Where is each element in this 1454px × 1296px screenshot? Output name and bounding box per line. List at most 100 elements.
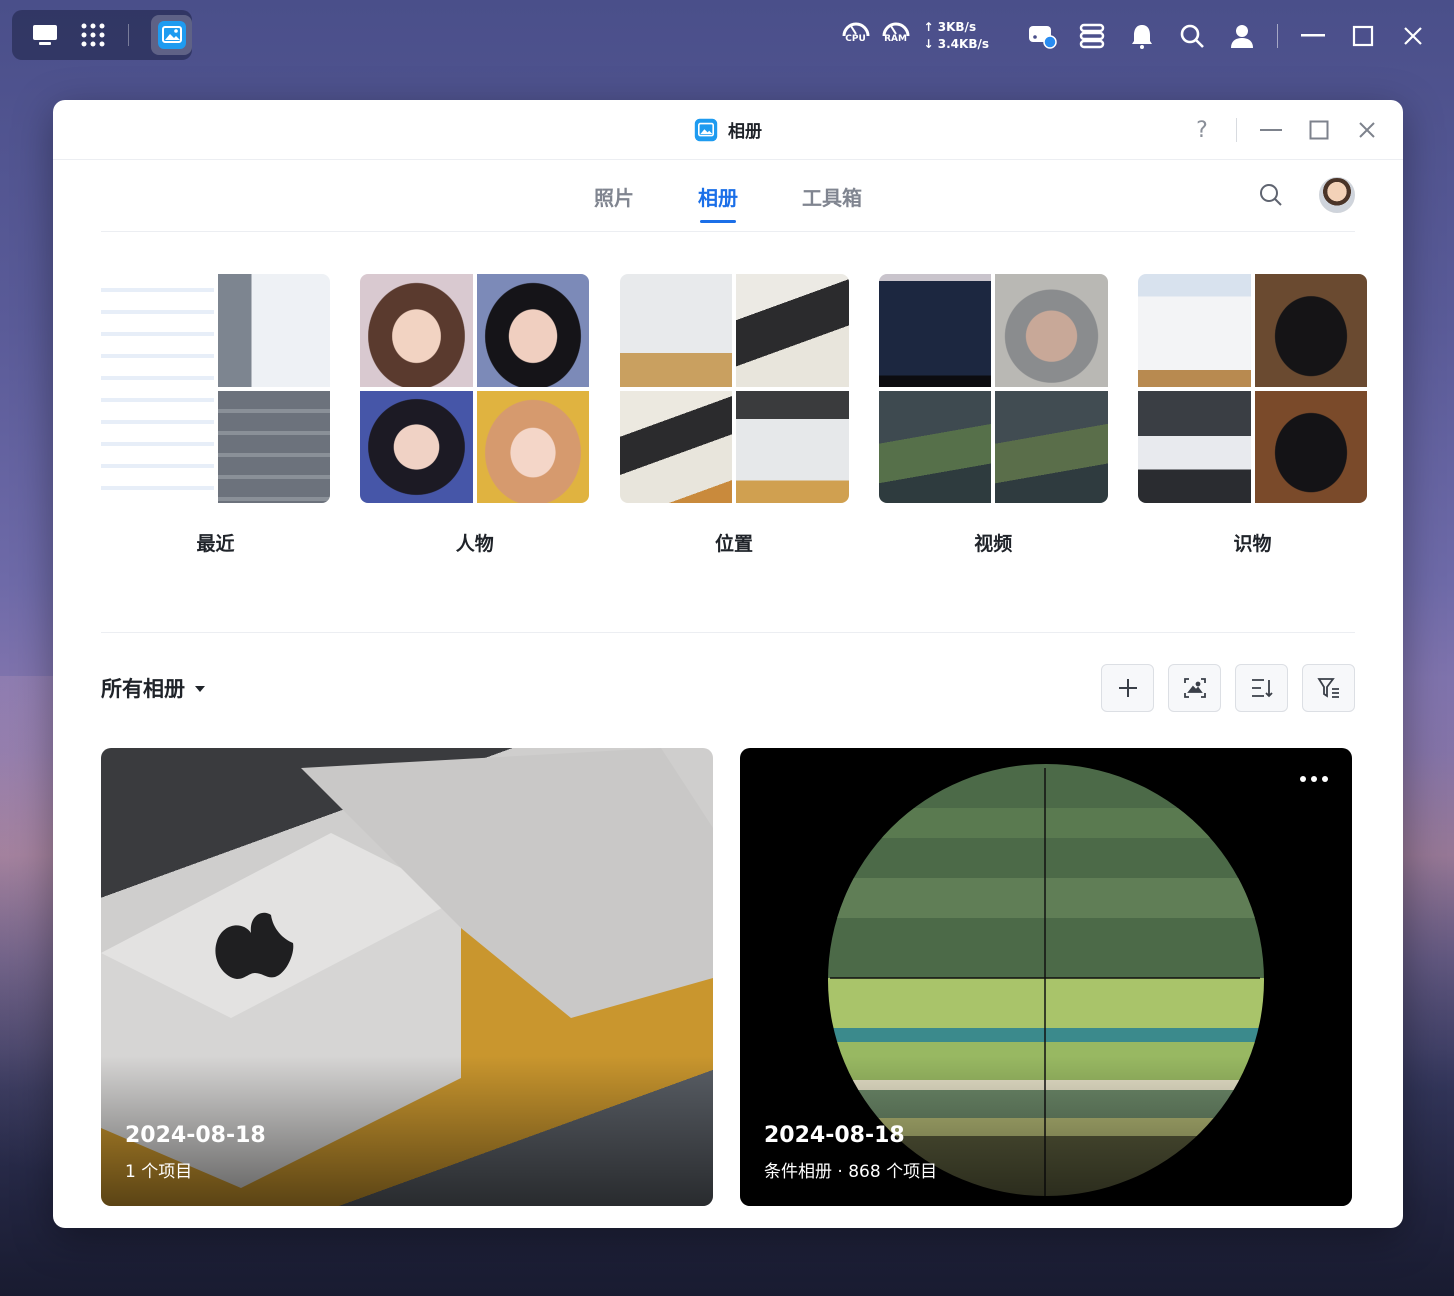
- category-people[interactable]: 人物: [360, 274, 590, 564]
- albums-toolbar: [1101, 664, 1355, 712]
- thumb-person-3: [360, 390, 473, 503]
- notification-bell-icon[interactable]: [1117, 16, 1167, 56]
- system-tray: CPU RAM ↑ 3KB/s ↓ 3.4KB/s: [838, 14, 1454, 58]
- thumb-location-4: [736, 390, 849, 503]
- album-item-count: 条件相册 · 868 个项目: [764, 1162, 938, 1182]
- tab-tools: [1259, 177, 1355, 213]
- category-objects-label: 识物: [1233, 533, 1272, 555]
- avatar[interactable]: [1319, 177, 1355, 213]
- photos-window: 相册 ? 照片 相册 工具箱 最近 人物 位置 视频 识物 所有相册 2024-…: [53, 100, 1403, 1228]
- album-card[interactable]: 2024-08-18 1 个项目: [101, 748, 713, 1206]
- thumb-person-4: [476, 390, 590, 503]
- add-album-button[interactable]: [1101, 664, 1154, 712]
- thumb-location-3: [619, 390, 732, 503]
- category-video[interactable]: 视频: [878, 274, 1108, 564]
- thumb-location-2: [736, 274, 849, 387]
- nav-tabs-bar: 照片 相册 工具箱: [101, 160, 1355, 232]
- ram-label: RAM: [884, 34, 907, 44]
- thumb-object-2: [1254, 274, 1367, 387]
- user-account-icon[interactable]: [1217, 16, 1267, 56]
- desktop-minimize-icon[interactable]: [1288, 16, 1338, 56]
- category-recent-thumbnail[interactable]: [101, 274, 330, 503]
- more-dot-icon: [1300, 776, 1306, 782]
- minimize-button[interactable]: [1257, 116, 1285, 144]
- category-people-thumbnail[interactable]: [360, 274, 590, 503]
- category-people-label: 人物: [455, 533, 494, 555]
- photos-title-icon: [694, 118, 718, 141]
- taskbar-photos-app[interactable]: [151, 15, 193, 55]
- caret-down-icon: [195, 686, 205, 692]
- thumb-person-2: [476, 274, 590, 387]
- close-icon: [1359, 122, 1375, 138]
- album-item-count: 1 个项目: [125, 1162, 193, 1182]
- window-title: 相册: [728, 122, 762, 142]
- face-scan-button[interactable]: [1168, 664, 1221, 712]
- task-list-icon[interactable]: [1067, 16, 1117, 56]
- category-objects[interactable]: 识物: [1138, 274, 1367, 564]
- thumb-video-4: [995, 390, 1108, 503]
- album-grid: 2024-08-18 1 个项目 2024-08-18 条件相册 · 868 个…: [101, 748, 1353, 1206]
- thumb-video-2: [995, 274, 1108, 387]
- window-titlebar[interactable]: 相册 ?: [53, 100, 1403, 160]
- cpu-label: CPU: [845, 34, 866, 44]
- filter-button[interactable]: [1302, 664, 1355, 712]
- category-recent[interactable]: 最近: [101, 274, 330, 564]
- thumb-object-3: [1138, 390, 1251, 503]
- tab-photos[interactable]: 照片: [592, 182, 636, 211]
- maximize-icon: [1309, 120, 1329, 140]
- album-more-menu[interactable]: [1300, 776, 1328, 782]
- global-search-icon[interactable]: [1167, 16, 1217, 56]
- close-button[interactable]: [1353, 116, 1381, 144]
- albums-title: 所有相册: [101, 677, 185, 701]
- thumb-object-1: [1138, 274, 1251, 387]
- app-grid-icon[interactable]: [80, 21, 106, 49]
- controls-separator: [1236, 118, 1237, 142]
- desktop-icon[interactable]: [32, 21, 58, 49]
- album-date: 2024-08-18: [764, 1123, 905, 1148]
- nav-tabs: 照片 相册 工具箱: [101, 160, 1355, 232]
- network-speed[interactable]: ↑ 3KB/s ↓ 3.4KB/s: [924, 19, 989, 53]
- category-recent-label: 最近: [196, 533, 235, 555]
- scan-image-icon: [1183, 678, 1206, 698]
- sort-icon: [1251, 679, 1273, 698]
- thumb-file-list: [101, 274, 214, 503]
- storage-sync-icon[interactable]: [1017, 16, 1067, 56]
- albums-filter-dropdown[interactable]: 所有相册: [101, 673, 205, 703]
- category-location-thumbnail[interactable]: [619, 274, 849, 503]
- more-dot-icon: [1311, 776, 1317, 782]
- thumb-object-4: [1254, 390, 1367, 503]
- category-location[interactable]: 位置: [619, 274, 849, 564]
- tab-toolbox[interactable]: 工具箱: [800, 182, 864, 211]
- category-video-thumbnail[interactable]: [878, 274, 1108, 503]
- thumb-screenshot-1: [217, 274, 330, 387]
- tab-albums[interactable]: 相册: [696, 182, 740, 223]
- window-title-group: 相册: [694, 117, 762, 142]
- ram-gauge[interactable]: RAM: [878, 16, 914, 56]
- more-dot-icon: [1322, 776, 1328, 782]
- category-location-label: 位置: [714, 533, 753, 555]
- sort-button[interactable]: [1235, 664, 1288, 712]
- thumb-video-1: [878, 274, 992, 387]
- desktop-close-icon[interactable]: [1388, 16, 1438, 56]
- thumb-screenshot-2: [217, 390, 330, 503]
- thumb-location-1: [619, 274, 732, 387]
- desktop-maximize-icon[interactable]: [1338, 16, 1388, 56]
- tray-separator: [1277, 24, 1278, 48]
- net-upload: ↑ 3KB/s: [923, 20, 977, 34]
- net-download: ↓ 3.4KB/s: [923, 37, 989, 51]
- thumb-person-1: [360, 274, 473, 387]
- album-date: 2024-08-18: [125, 1123, 266, 1148]
- cpu-gauge[interactable]: CPU: [838, 16, 874, 56]
- maximize-button[interactable]: [1305, 116, 1333, 144]
- search-icon[interactable]: [1259, 183, 1283, 207]
- system-taskbar: CPU RAM ↑ 3KB/s ↓ 3.4KB/s: [0, 0, 1454, 72]
- category-objects-thumbnail[interactable]: [1138, 274, 1367, 503]
- window-controls: ?: [1188, 100, 1381, 160]
- photos-app-icon: [157, 21, 186, 49]
- launcher-separator: [128, 24, 130, 46]
- album-card[interactable]: 2024-08-18 条件相册 · 868 个项目: [740, 748, 1352, 1206]
- minimize-icon: [1260, 128, 1282, 131]
- category-video-label: 视频: [974, 533, 1013, 555]
- help-button[interactable]: ?: [1188, 116, 1216, 144]
- filter-icon: [1316, 678, 1339, 698]
